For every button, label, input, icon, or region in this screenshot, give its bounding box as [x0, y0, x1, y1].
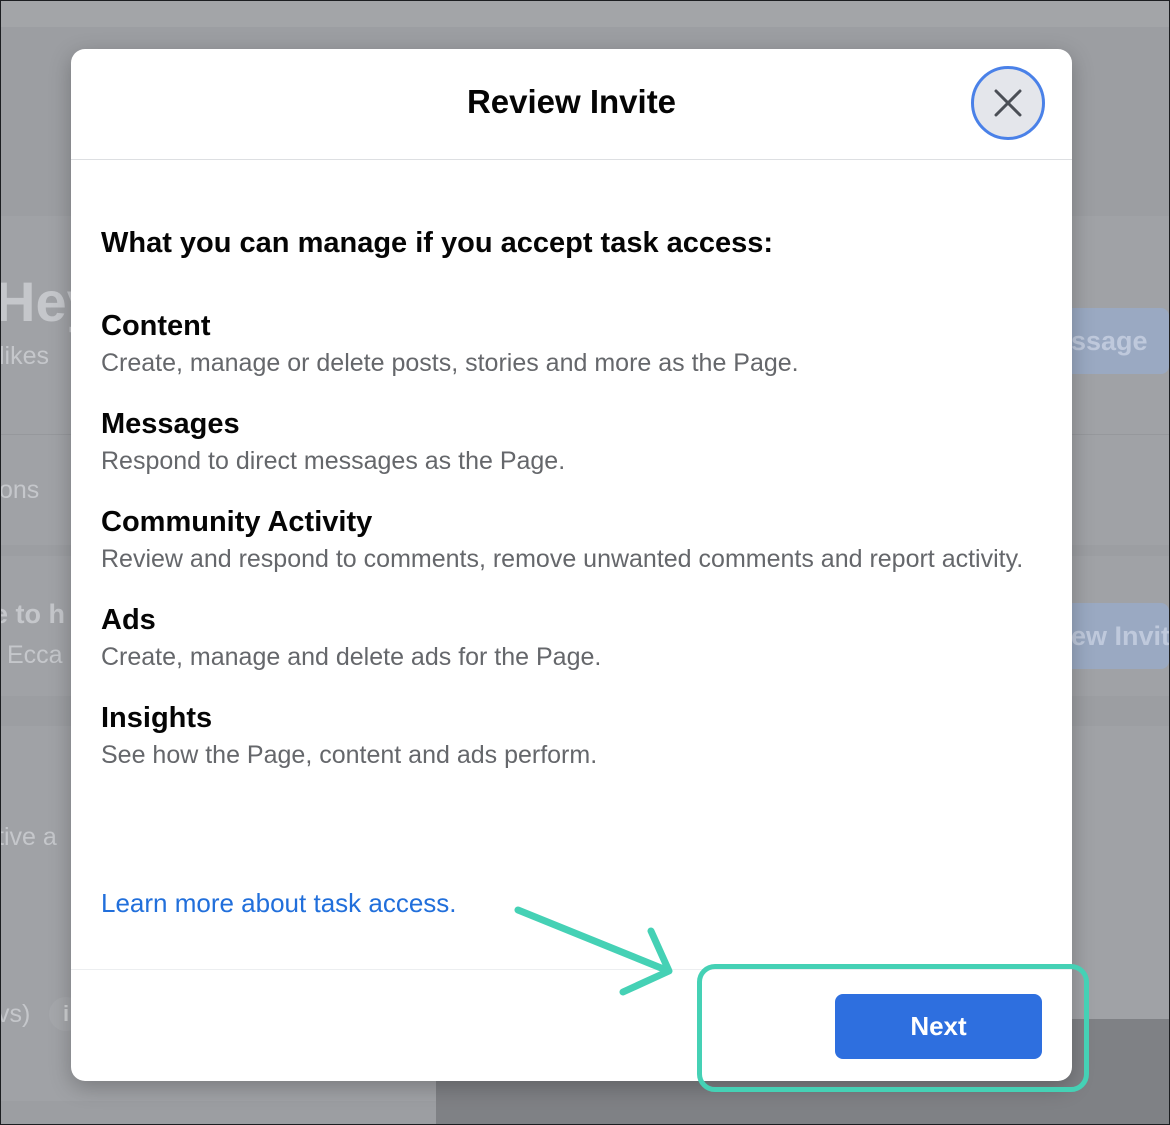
screenshot-frame: Hey likes ons e to h Ecca tive a vs) i s… — [0, 0, 1170, 1125]
permission-item-insights: Insights See how the Page, content and a… — [101, 699, 1051, 773]
permission-item-community-activity: Community Activity Review and respond to… — [101, 503, 1051, 577]
permission-description: Review and respond to comments, remove u… — [101, 545, 1024, 573]
bg-fragment: ons — [0, 476, 40, 504]
permission-description: Respond to direct messages as the Page. — [101, 447, 566, 475]
bg-fragment: e to h — [0, 599, 65, 629]
access-lead-text: What you can manage if you accept task a… — [101, 227, 774, 259]
permission-description: Create, manage and delete ads for the Pa… — [101, 643, 602, 671]
permission-item-ads: Ads Create, manage and delete ads for th… — [101, 601, 1051, 675]
permission-description: See how the Page, content and ads perfor… — [101, 741, 598, 769]
dialog-title: Review Invite — [466, 83, 677, 120]
dialog-header: Review Invite — [71, 49, 1072, 160]
close-button[interactable] — [971, 66, 1045, 140]
bg-fragment: tive a — [0, 823, 57, 851]
bg-fragment: Ecca — [7, 641, 63, 669]
dialog-body: What you can manage if you accept task a… — [101, 225, 1051, 797]
permission-item-messages: Messages Respond to direct messages as t… — [101, 405, 1051, 479]
learn-more-link[interactable]: Learn more about task access. — [101, 888, 457, 919]
permission-description: Create, manage or delete posts, stories … — [101, 349, 799, 377]
arrow-icon — [514, 906, 673, 996]
highlight-box — [697, 964, 1089, 1092]
bg-fragment: vs) — [0, 1000, 31, 1028]
bg-likes-fragment: likes — [0, 342, 50, 370]
permission-item-content: Content Create, manage or delete posts, … — [101, 307, 1051, 381]
close-icon — [994, 89, 1022, 117]
permission-title: Insights — [101, 702, 213, 734]
permission-title: Community Activity — [101, 506, 373, 538]
permission-title: Content — [101, 310, 211, 342]
permission-title: Ads — [101, 604, 156, 636]
permission-title: Messages — [101, 408, 240, 440]
bg-top-bar — [1, 1, 1169, 27]
